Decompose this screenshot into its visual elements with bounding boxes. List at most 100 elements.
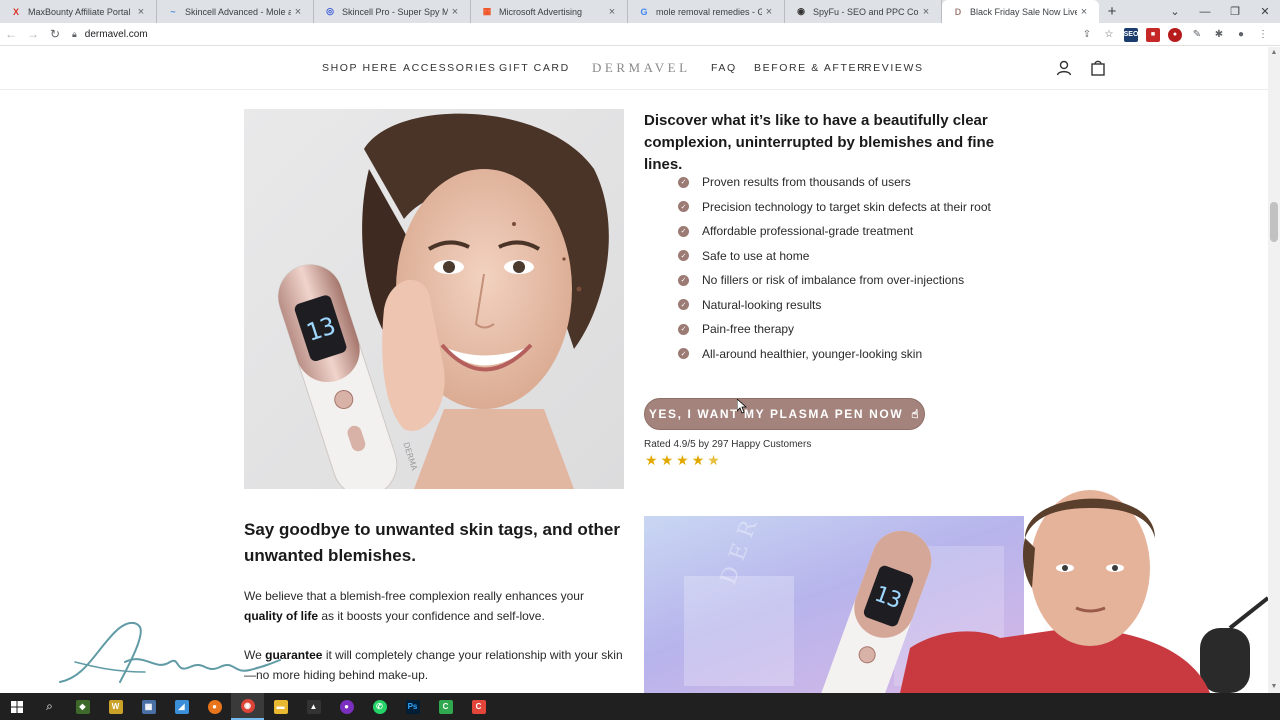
share-icon[interactable]: ⇪ bbox=[1080, 28, 1094, 42]
benefit-item: ✓ Safe to use at home bbox=[678, 244, 991, 269]
star-icon: ★ bbox=[676, 452, 689, 468]
extension-icon[interactable]: ✎ bbox=[1190, 28, 1204, 42]
dermavel-icon: D bbox=[954, 6, 962, 17]
search-icon[interactable]: ⌕ bbox=[33, 693, 66, 720]
back-button[interactable]: ← bbox=[0, 27, 22, 41]
taskbar-app-icon[interactable]: W bbox=[99, 693, 132, 720]
url-field[interactable]: 🔒︎ dermavel.com bbox=[72, 29, 148, 40]
close-tab-icon[interactable]: × bbox=[291, 6, 305, 18]
extension-icon[interactable]: ■ bbox=[1146, 27, 1160, 42]
paragraph-text: as it boosts your confidence and self-lo… bbox=[318, 609, 545, 623]
extension-icon[interactable]: SEO bbox=[1124, 27, 1138, 42]
buy-plasma-pen-button[interactable]: YES, I WANT MY PLASMA PEN NOW ☝︎ bbox=[644, 398, 925, 430]
benefit-text: Safe to use at home bbox=[702, 248, 810, 263]
benefit-text: Proven results from thousands of users bbox=[702, 175, 911, 190]
taskbar-app-icon[interactable]: ▲ bbox=[297, 693, 330, 720]
restore-button[interactable]: ❐ bbox=[1220, 0, 1250, 23]
taskbar-app-icon[interactable]: ● bbox=[330, 693, 363, 720]
chrome-icon[interactable]: ◉ bbox=[231, 693, 264, 720]
google-icon: G bbox=[640, 6, 648, 17]
whatsapp-icon[interactable]: ✆ bbox=[363, 693, 396, 720]
tab-title: Black Friday Sale Now Live | Up bbox=[970, 6, 1077, 17]
checkmark-icon: ✓ bbox=[678, 323, 689, 335]
hero-headline: Discover what it’s like to have a beauti… bbox=[644, 112, 995, 173]
account-icon[interactable] bbox=[1055, 59, 1073, 77]
camtasia-icon[interactable]: C bbox=[429, 693, 462, 720]
address-bar: ← → ↻ 🔒︎ dermavel.com ⇪ ☆ SEO ■ ● ✎ ✱ ● … bbox=[0, 23, 1280, 46]
browser-tab[interactable]: D Black Friday Sale Now Live | Up× bbox=[942, 0, 1099, 23]
checkmark-icon: ✓ bbox=[678, 201, 689, 213]
mouse-cursor-icon bbox=[737, 399, 747, 414]
cart-bag-icon[interactable] bbox=[1089, 59, 1107, 77]
menu-dots-icon[interactable]: ⋮ bbox=[1256, 28, 1270, 42]
close-tab-icon[interactable]: × bbox=[134, 6, 148, 18]
bookmark-star-icon[interactable]: ☆ bbox=[1102, 28, 1116, 42]
benefit-text: Affordable professional-grade treatment bbox=[702, 224, 914, 239]
browser-tab[interactable]: ◎ Skincell Pro - Super Spy Method× bbox=[314, 0, 471, 23]
photoshop-icon[interactable]: Ps bbox=[396, 693, 429, 720]
close-tab-icon[interactable]: × bbox=[448, 6, 462, 18]
benefit-item: ✓ All-around healthier, younger-looking s… bbox=[678, 342, 991, 367]
reload-button[interactable]: ↻ bbox=[44, 27, 66, 41]
checkmark-icon: ✓ bbox=[678, 299, 689, 311]
browser-tab[interactable]: Gmole removal remedies - Googl× bbox=[628, 0, 785, 23]
spy-icon: ◎ bbox=[326, 6, 334, 16]
nav-shop-here[interactable]: SHOP HERE bbox=[322, 62, 398, 74]
rating-text: Rated 4.9/5 by 297 Happy Customers bbox=[644, 439, 812, 450]
close-tab-icon[interactable]: × bbox=[605, 6, 619, 18]
device-brand-label: DERMA bbox=[401, 441, 419, 472]
microsoft-icon: ▦ bbox=[482, 6, 492, 16]
firefox-icon[interactable]: ● bbox=[198, 693, 231, 720]
checkmark-icon: ✓ bbox=[678, 274, 689, 286]
benefit-item: ✓ Pain-free therapy bbox=[678, 317, 991, 342]
nav-reviews[interactable]: REVIEWS bbox=[864, 62, 924, 74]
benefit-text: Pain-free therapy bbox=[702, 322, 795, 337]
scroll-down-arrow-icon[interactable]: ▼ bbox=[1268, 681, 1280, 693]
taskbar-app-icon[interactable]: ◢ bbox=[165, 693, 198, 720]
spyfu-icon: ◉ bbox=[797, 6, 805, 16]
close-window-button[interactable]: ✕ bbox=[1250, 0, 1280, 23]
tab-title: Skincell Pro - Super Spy Method bbox=[342, 6, 448, 17]
paragraph-text: We believe that a blemish-free complexio… bbox=[244, 589, 584, 603]
nav-before-after[interactable]: BEFORE & AFTER bbox=[754, 62, 866, 74]
minimize-button[interactable]: — bbox=[1190, 0, 1220, 23]
browser-tab-strip: X MaxBounty Affiliate Portal × ~ Skincell Ad… bbox=[0, 0, 1280, 23]
half-star-icon: ★ bbox=[707, 452, 720, 468]
browser-tab[interactable]: ◉ SpyFu - SEO and PPC Competit× bbox=[785, 0, 942, 23]
site-logo[interactable]: DERMAVEL bbox=[592, 60, 691, 76]
browser-tab[interactable]: ▦ Microsoft Advertising × bbox=[471, 0, 628, 23]
taskbar-app-icon[interactable]: ◆ bbox=[66, 693, 99, 720]
taskbar-app-icon[interactable]: C bbox=[462, 693, 495, 720]
windows-taskbar: ⌕ ◆ W ▦ ◢ ● ◉ ▬ ▲ ● ✆ Ps C C bbox=[0, 693, 1280, 720]
benefit-item: ✓ Proven results from thousands of users bbox=[678, 170, 991, 195]
benefits-list: ✓ Proven results from thousands of users ✓… bbox=[678, 170, 991, 366]
close-tab-icon[interactable]: × bbox=[919, 6, 933, 18]
page-scrollbar[interactable]: ▲ ▼ bbox=[1268, 47, 1280, 693]
signature-watermark bbox=[59, 621, 281, 683]
maxbounty-icon: X bbox=[12, 6, 19, 17]
profile-avatar-icon[interactable]: ● bbox=[1234, 28, 1248, 42]
star-icon: ★ bbox=[645, 452, 658, 468]
forward-button[interactable]: → bbox=[22, 27, 44, 41]
tab-title: Microsoft Advertising bbox=[499, 6, 583, 17]
nav-faq[interactable]: FAQ bbox=[711, 62, 737, 74]
new-tab-button[interactable]: + bbox=[1099, 0, 1125, 23]
benefit-text: No fillers or risk of imbalance from ove… bbox=[702, 273, 965, 288]
close-tab-icon[interactable]: × bbox=[762, 6, 776, 18]
start-button[interactable] bbox=[0, 693, 33, 720]
scroll-up-arrow-icon[interactable]: ▲ bbox=[1268, 47, 1280, 59]
browser-tab[interactable]: ~ Skincell Advanced - Mole and Sk× bbox=[157, 0, 314, 23]
close-tab-icon[interactable]: × bbox=[1077, 6, 1091, 18]
nav-accessories[interactable]: ACCESSORIES bbox=[403, 62, 496, 74]
browser-tab[interactable]: X MaxBounty Affiliate Portal × bbox=[0, 0, 157, 23]
skincell-icon: ~ bbox=[170, 6, 176, 17]
url-text: dermavel.com bbox=[84, 28, 148, 40]
tab-search-icon[interactable]: ⌄ bbox=[1160, 0, 1190, 23]
calculator-icon[interactable]: ▦ bbox=[132, 693, 165, 720]
checkmark-icon: ✓ bbox=[678, 348, 689, 360]
file-explorer-icon[interactable]: ▬ bbox=[264, 693, 297, 720]
extension-icon[interactable]: ● bbox=[1168, 27, 1182, 42]
extensions-puzzle-icon[interactable]: ✱ bbox=[1212, 28, 1226, 42]
nav-gift-card[interactable]: GIFT CARD bbox=[499, 62, 570, 74]
scrollbar-thumb[interactable] bbox=[1270, 202, 1278, 242]
